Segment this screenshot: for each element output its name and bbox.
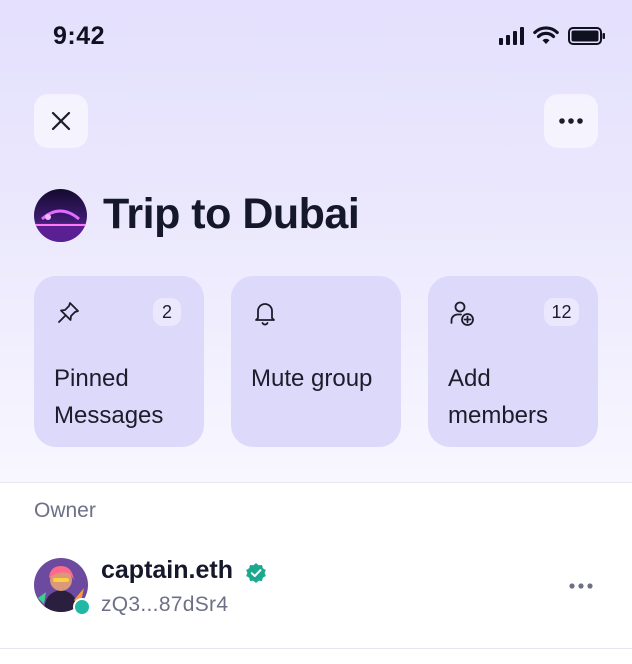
add-members-label: Add members <box>448 365 549 429</box>
more-options-button[interactable] <box>544 94 598 148</box>
member-name: captain.eth <box>101 556 233 584</box>
close-button[interactable] <box>34 94 88 148</box>
members-count-badge: 12 <box>544 298 579 326</box>
more-horizontal-icon <box>569 583 593 589</box>
group-title: Trip to Dubai <box>103 190 360 238</box>
mute-group-card[interactable]: Mute group <box>231 276 401 447</box>
status-time: 9:42 <box>53 22 106 50</box>
group-avatar[interactable] <box>34 189 87 242</box>
add-user-icon <box>450 301 474 326</box>
owner-section-label: Owner <box>34 499 96 522</box>
wifi-icon <box>533 26 559 44</box>
section-divider <box>0 482 632 483</box>
verified-badge-icon <box>246 563 266 583</box>
status-icons <box>499 26 606 46</box>
bell-icon <box>255 303 275 326</box>
cellular-signal-icon <box>499 27 524 45</box>
online-status-indicator <box>73 598 91 616</box>
pinned-messages-label: Pinned Messages <box>54 365 164 429</box>
mute-group-label: Mute group <box>251 365 373 392</box>
more-horizontal-icon <box>559 118 583 124</box>
list-divider <box>0 648 632 649</box>
member-options-button[interactable] <box>567 576 595 596</box>
pinned-count-badge: 2 <box>153 298 181 326</box>
close-icon <box>51 111 71 131</box>
pin-icon <box>58 302 79 323</box>
member-address: zQ3...87dSr4 <box>101 593 229 616</box>
battery-icon <box>568 27 605 45</box>
